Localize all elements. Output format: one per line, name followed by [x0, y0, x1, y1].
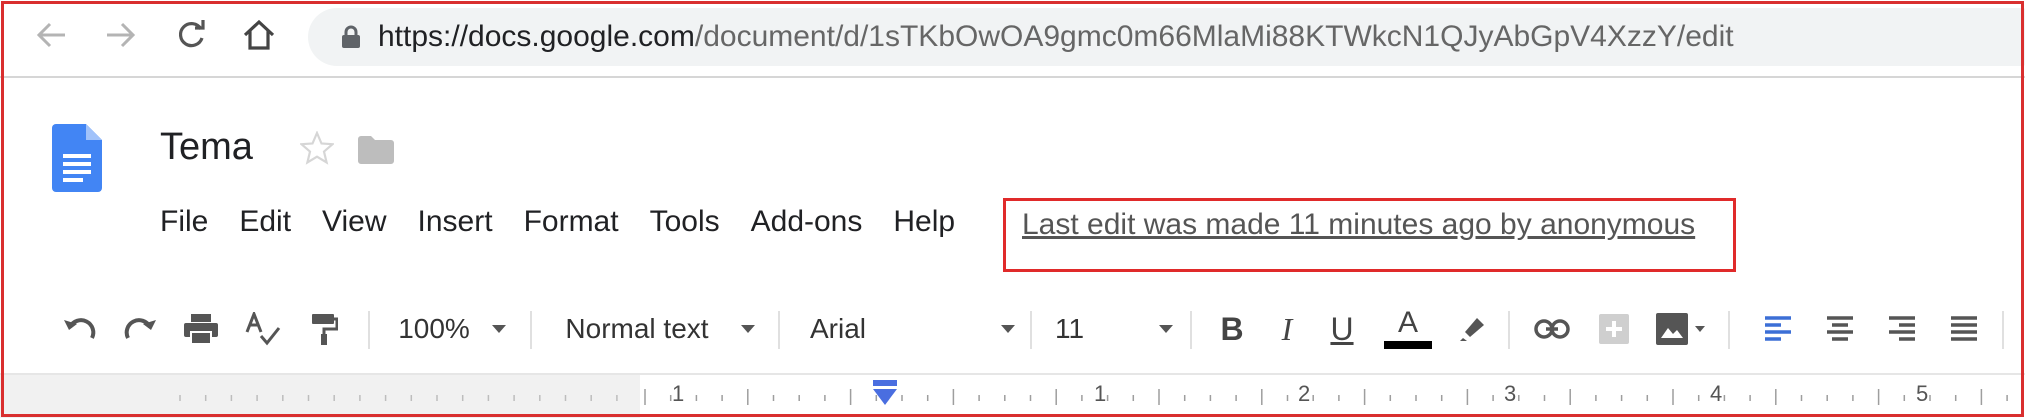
- forward-arrow-icon: [107, 22, 136, 48]
- chevron-down-icon: [1695, 326, 1705, 332]
- align-right-icon: [1889, 316, 1915, 341]
- ruler-label: 5: [1916, 381, 1929, 406]
- chevron-down-icon: [491, 325, 506, 333]
- menu-bar: File Edit View Insert Format Tools Add-o…: [160, 200, 986, 244]
- ruler-label: 1: [1094, 381, 1107, 406]
- menu-file[interactable]: File: [160, 202, 208, 242]
- menu-view[interactable]: View: [322, 202, 386, 242]
- browser-toolbar: https://docs.google.com/document/d/1sTKb…: [0, 0, 2025, 78]
- redo-button[interactable]: [120, 305, 160, 353]
- align-center-button[interactable]: [1820, 305, 1860, 353]
- folder-icon[interactable]: [358, 136, 394, 164]
- address-bar[interactable]: https://docs.google.com/document/d/1sTKb…: [308, 8, 2025, 66]
- highlight-color-button[interactable]: [1452, 305, 1492, 353]
- spellcheck-button[interactable]: [242, 305, 284, 353]
- zoom-value: 100%: [398, 313, 470, 344]
- print-icon: [184, 314, 218, 345]
- add-comment-icon: [1599, 314, 1629, 344]
- forward-button[interactable]: [100, 14, 142, 56]
- undo-button[interactable]: [60, 305, 100, 353]
- highlighter-icon: [1460, 318, 1484, 341]
- font-select[interactable]: Arial: [810, 305, 1015, 353]
- align-center-icon: [1827, 316, 1853, 341]
- menu-addons[interactable]: Add-ons: [751, 202, 863, 242]
- zoom-select[interactable]: 100%: [396, 305, 508, 353]
- toolbar-separator: [368, 311, 370, 349]
- undo-icon: [64, 318, 96, 339]
- underline-button[interactable]: U: [1320, 305, 1364, 353]
- reload-button[interactable]: [170, 14, 212, 56]
- toolbar-separator: [1190, 311, 1192, 349]
- align-left-icon: [1765, 316, 1791, 341]
- menu-format[interactable]: Format: [524, 202, 619, 242]
- toolbar-separator: [778, 311, 780, 349]
- chevron-down-icon: [1159, 325, 1173, 333]
- menu-help[interactable]: Help: [893, 202, 955, 242]
- font-size-value: 11: [1055, 313, 1085, 344]
- star-icon[interactable]: [300, 131, 334, 165]
- paint-format-button[interactable]: [306, 305, 342, 353]
- indent-marker-icon[interactable]: [870, 378, 900, 408]
- editing-toolbar: 100% Normal text Arial 11 B I U A: [0, 295, 2025, 365]
- align-justify-button[interactable]: [1944, 305, 1984, 353]
- toolbar-separator: [530, 311, 532, 349]
- ruler-label: 2: [1298, 381, 1311, 406]
- image-icon: [1656, 313, 1688, 345]
- paragraph-style-select[interactable]: Normal text: [560, 305, 760, 353]
- insert-image-button[interactable]: [1650, 305, 1710, 353]
- align-left-button[interactable]: [1758, 305, 1798, 353]
- horizontal-ruler[interactable]: 1 1 2 3 4 5: [0, 373, 2025, 418]
- font-value: Arial: [810, 313, 867, 344]
- ruler-label: 4: [1710, 381, 1723, 406]
- spellcheck-icon: [245, 312, 281, 346]
- paint-format-icon: [312, 314, 338, 345]
- toolbar-separator: [1030, 311, 1032, 349]
- toolbar-separator: [2002, 311, 2004, 349]
- back-button[interactable]: [30, 14, 72, 56]
- last-edit-link[interactable]: Last edit was made 11 minutes ago by ano…: [1022, 205, 1695, 245]
- font-size-select[interactable]: 11: [1055, 305, 1173, 353]
- url-path: /document/d/1sTKbOwOA9gmc0m66MlaMi88KTWk…: [694, 20, 1734, 53]
- insert-comment-button[interactable]: [1594, 305, 1634, 353]
- home-icon: [243, 19, 275, 50]
- text-color-button[interactable]: A: [1386, 299, 1430, 347]
- ruler-label: 3: [1504, 381, 1517, 406]
- document-title[interactable]: Tema: [160, 124, 253, 170]
- link-icon: [1534, 319, 1570, 339]
- toolbar-separator: [1728, 311, 1730, 349]
- align-right-button[interactable]: [1882, 305, 1922, 353]
- insert-link-button[interactable]: [1530, 305, 1574, 353]
- paragraph-style-value: Normal text: [565, 313, 709, 344]
- bold-button[interactable]: B: [1210, 305, 1254, 353]
- align-justify-icon: [1951, 316, 1977, 341]
- menu-insert[interactable]: Insert: [418, 202, 493, 242]
- italic-button[interactable]: I: [1265, 305, 1309, 353]
- text-color-swatch: [1384, 341, 1432, 349]
- ruler-label: 1: [672, 381, 685, 406]
- url-host: https://docs.google.com: [378, 20, 695, 53]
- back-arrow-icon: [36, 22, 65, 48]
- print-button[interactable]: [180, 305, 222, 353]
- docs-logo-icon[interactable]: [52, 124, 102, 192]
- lock-icon: [342, 25, 360, 48]
- chevron-down-icon: [740, 325, 755, 333]
- toolbar-separator: [1508, 311, 1510, 349]
- menu-edit[interactable]: Edit: [239, 202, 291, 242]
- url-text[interactable]: https://docs.google.com/document/d/1sTKb…: [378, 19, 1734, 55]
- home-button[interactable]: [238, 14, 280, 56]
- reload-icon: [179, 20, 205, 48]
- redo-icon: [124, 318, 156, 339]
- menu-tools[interactable]: Tools: [650, 202, 720, 242]
- chevron-down-icon: [1001, 325, 1015, 333]
